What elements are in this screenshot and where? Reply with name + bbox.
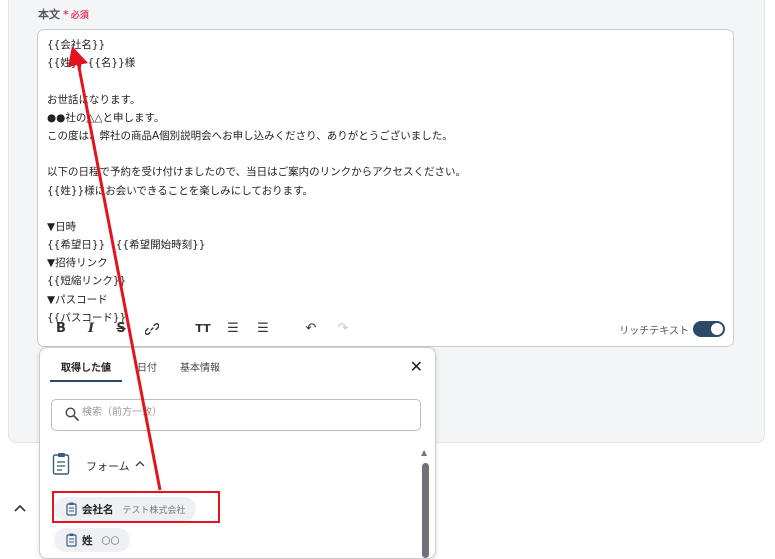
scroll-up-arrow[interactable]: ▲ <box>421 448 427 457</box>
required-star: * <box>63 8 69 21</box>
editor-line: {{姓}}様にお会いできることを楽しみにしております。 <box>47 184 314 197</box>
toggle-knob <box>711 323 723 335</box>
editor-line: {{会社名}} <box>47 39 106 51</box>
search-input[interactable] <box>80 406 404 419</box>
editor-line: ●●社の△△と申します。 <box>47 111 165 124</box>
text-size-button[interactable]: TT <box>192 320 214 338</box>
editor-line: {{希望日}} {{希望開始時刻}} <box>47 239 206 252</box>
item-name: 姓 <box>82 534 93 547</box>
tab-basic-info[interactable]: 基本情報 <box>180 359 220 374</box>
italic-button[interactable]: I <box>84 320 98 338</box>
bold-button[interactable]: B <box>54 320 68 338</box>
value-picker-popup: 取得した値 日付 基本情報 ✕ フォーム ▲ 会社名 <box>39 347 436 559</box>
editor-line: お世話になります。 <box>47 93 141 106</box>
collapse-chevron-icon[interactable] <box>14 501 26 515</box>
highlight-box <box>52 491 220 523</box>
scrollbar-thumb[interactable] <box>422 463 429 558</box>
link-icon <box>144 323 160 335</box>
scrollbar[interactable]: ▲ <box>421 448 429 558</box>
strikethrough-button[interactable]: S <box>114 320 128 338</box>
editor-line: {{短縮リンク}} <box>47 275 127 288</box>
search-icon <box>65 407 79 421</box>
active-tab-indicator <box>50 380 122 382</box>
redo-icon[interactable]: ↷ <box>334 320 352 338</box>
tab-date[interactable]: 日付 <box>137 359 157 374</box>
editor-line: ▼招待リンク <box>47 257 108 270</box>
editor-line: ▼日時 <box>47 220 77 233</box>
body-label-text: 本文 <box>38 8 60 21</box>
rich-text-label: リッチテキスト <box>619 326 689 337</box>
form-icon <box>52 453 70 475</box>
undo-icon[interactable]: ↶ <box>302 320 320 338</box>
bullet-list-button[interactable]: ☰ <box>224 320 242 338</box>
close-icon[interactable]: ✕ <box>410 357 423 376</box>
editor-line: ▼パスコード <box>47 293 108 306</box>
item-value: 〇〇 <box>101 536 120 547</box>
form-field-icon <box>66 533 77 547</box>
body-field-label: 本文 * 必須 <box>38 6 89 22</box>
editor-line: この度は、弊社の商品A個別説明会へお申し込みくださり、ありがとうございました。 <box>47 129 453 142</box>
list-item-last-name[interactable]: 姓 〇〇 <box>54 528 130 552</box>
form-group-label: フォーム <box>86 460 130 473</box>
editor-toolbar: B I S TT ☰ ☰ ↶ ↷ リッチテキスト <box>38 312 733 346</box>
required-badge: 必須 <box>70 11 89 21</box>
chevron-up-icon <box>135 458 145 471</box>
editor-content[interactable]: {{会社名}} {{姓}} {{名}}様 お世話になります。 ●●社の△△と申し… <box>47 36 723 327</box>
numbered-list-button[interactable]: ☰ <box>254 320 272 338</box>
rich-text-toggle[interactable] <box>693 321 725 337</box>
search-box[interactable] <box>51 399 421 431</box>
body-editor[interactable]: {{会社名}} {{姓}} {{名}}様 お世話になります。 ●●社の△△と申し… <box>37 29 734 347</box>
tab-retrieved-values[interactable]: 取得した値 <box>61 359 111 374</box>
editor-line: 以下の日程で予約を受け付けましたので、当日はご案内のリンクからアクセスください。 <box>47 166 467 179</box>
editor-line: {{姓}} {{名}}様 <box>47 57 136 70</box>
link-button[interactable] <box>144 320 160 338</box>
